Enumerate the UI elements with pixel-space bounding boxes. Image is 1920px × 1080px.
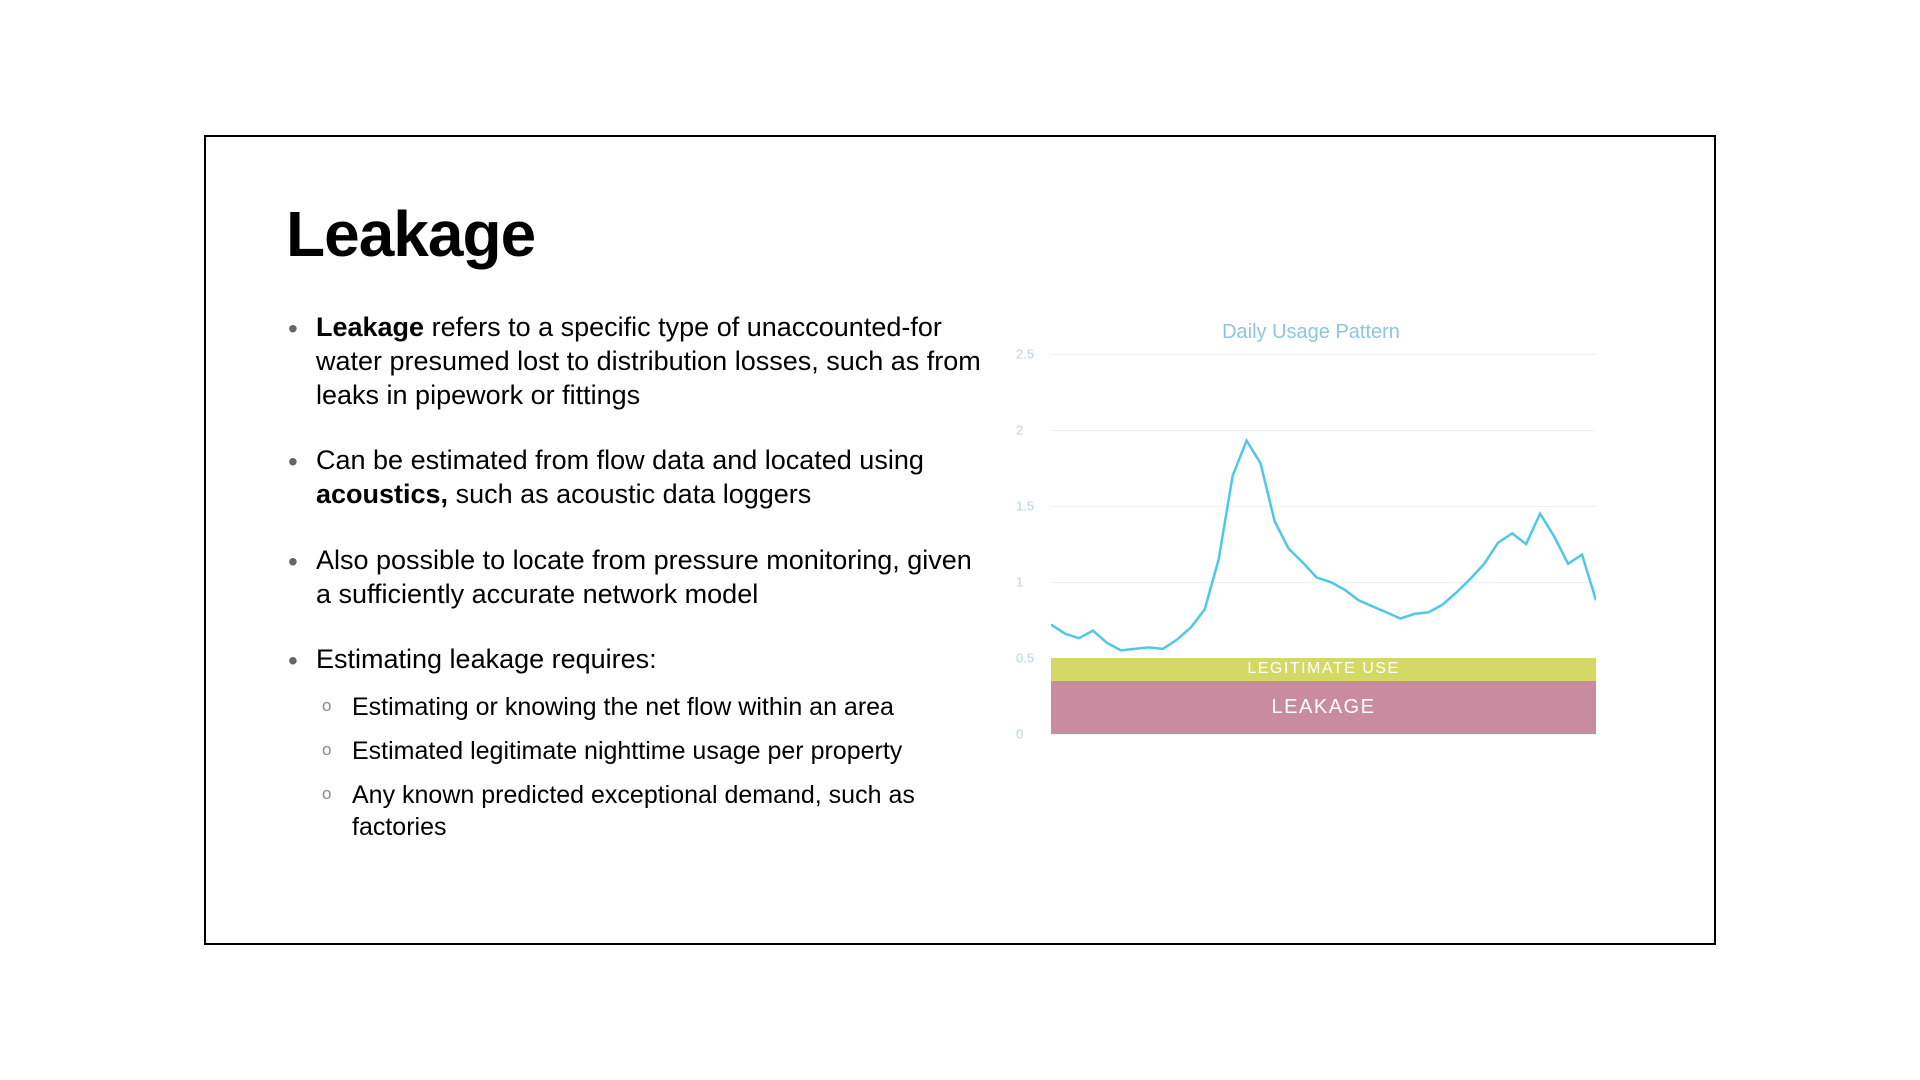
chart-column: Daily Usage Pattern LEGITIMATE USELEAKAG… [1026, 311, 1596, 875]
bullet-item: Leakage refers to a specific type of una… [286, 311, 986, 412]
gridline [1051, 734, 1596, 735]
chart-container: Daily Usage Pattern LEGITIMATE USELEAKAG… [1026, 321, 1596, 741]
line-chart-svg [1051, 354, 1596, 734]
sub-bullet-list: Estimating or knowing the net flow withi… [316, 691, 986, 843]
plot-region: LEGITIMATE USELEAKAGE [1051, 354, 1596, 734]
y-tick-label: 1.5 [1016, 499, 1034, 514]
content-row: Leakage refers to a specific type of una… [286, 311, 1634, 875]
bullet-text: Can be estimated from flow data and loca… [316, 445, 924, 475]
sub-bullet-item: Estimating or knowing the net flow withi… [316, 691, 986, 723]
y-tick-label: 1 [1016, 575, 1023, 590]
y-tick-label: 0 [1016, 727, 1023, 742]
y-tick-label: 2 [1016, 423, 1023, 438]
usage-line [1051, 441, 1596, 651]
slide: Leakage Leakage refers to a specific typ… [204, 135, 1716, 945]
y-tick-label: 2.5 [1016, 347, 1034, 362]
bullet-text: Estimating leakage requires: [316, 644, 657, 674]
bullet-item: Can be estimated from flow data and loca… [286, 444, 986, 512]
bullet-item: Also possible to locate from pressure mo… [286, 544, 986, 612]
chart-plot-area: LEGITIMATE USELEAKAGE 00.511.522.5 [1026, 354, 1596, 734]
bullet-bold: Leakage [316, 312, 424, 342]
bullet-text: such as acoustic data loggers [448, 479, 811, 509]
bullet-bold: acoustics, [316, 479, 448, 509]
bullet-text: Also possible to locate from pressure mo… [316, 545, 972, 609]
sub-bullet-item: Any known predicted exceptional demand, … [316, 779, 986, 843]
sub-bullet-item: Estimated legitimate nighttime usage per… [316, 735, 986, 767]
text-column: Leakage refers to a specific type of una… [286, 311, 986, 875]
slide-title: Leakage [286, 197, 1634, 271]
bullet-list: Leakage refers to a specific type of una… [286, 311, 986, 843]
bullet-item: Estimating leakage requires: Estimating … [286, 643, 986, 843]
chart-title: Daily Usage Pattern [1026, 321, 1596, 344]
y-tick-label: 0.5 [1016, 651, 1034, 666]
